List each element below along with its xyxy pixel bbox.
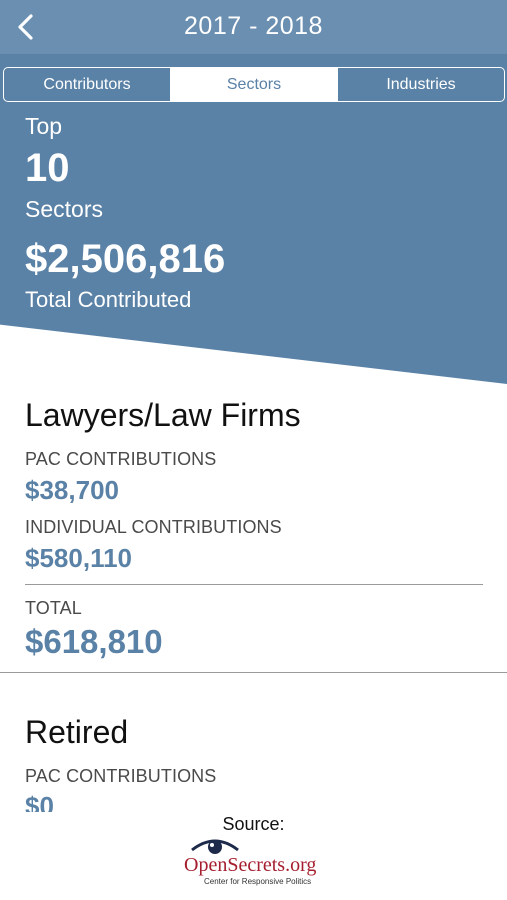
- pac-label: PAC CONTRIBUTIONS: [25, 766, 217, 786]
- individual-label: INDIVIDUAL CONTRIBUTIONS: [25, 517, 282, 537]
- top-label: Top: [25, 113, 63, 139]
- source-label: Source:: [222, 814, 285, 834]
- sector-name: Retired: [25, 714, 129, 750]
- segmented-control: Contributors Sectors Industries: [3, 67, 505, 102]
- pac-value: $38,700: [25, 475, 119, 505]
- logo-tagline: Center for Responsive Politics: [204, 877, 312, 886]
- sector-name: Lawyers/Law Firms: [25, 397, 301, 433]
- opensecrets-logo[interactable]: OpenSecrets.org Center for Responsive Po…: [180, 836, 330, 888]
- total-label: TOTAL: [25, 598, 82, 618]
- card-divider: [0, 672, 507, 673]
- total-amount-label: Total Contributed: [25, 287, 192, 312]
- top-count: 10: [25, 146, 70, 190]
- individual-value: $580,110: [25, 543, 133, 573]
- unit-label: Sectors: [25, 196, 103, 222]
- sector-card-retired: Retired PAC CONTRIBUTIONS $0: [0, 700, 507, 812]
- app-screen: 2017 - 2018 Contributors Sectors Industr…: [0, 0, 507, 900]
- pac-value: $0: [25, 791, 54, 812]
- card-inner-divider: [25, 584, 483, 585]
- logo-text: OpenSecrets.org: [184, 854, 317, 876]
- pac-label: PAC CONTRIBUTIONS: [25, 449, 217, 469]
- total-amount: $2,506,816: [25, 237, 226, 281]
- tab-contributors[interactable]: Contributors: [4, 68, 171, 101]
- total-value: $618,810: [25, 623, 163, 660]
- tab-sectors[interactable]: Sectors: [171, 68, 338, 101]
- page-title: 2017 - 2018: [184, 12, 323, 40]
- nav-bar: 2017 - 2018: [0, 0, 507, 54]
- tab-industries[interactable]: Industries: [338, 68, 504, 101]
